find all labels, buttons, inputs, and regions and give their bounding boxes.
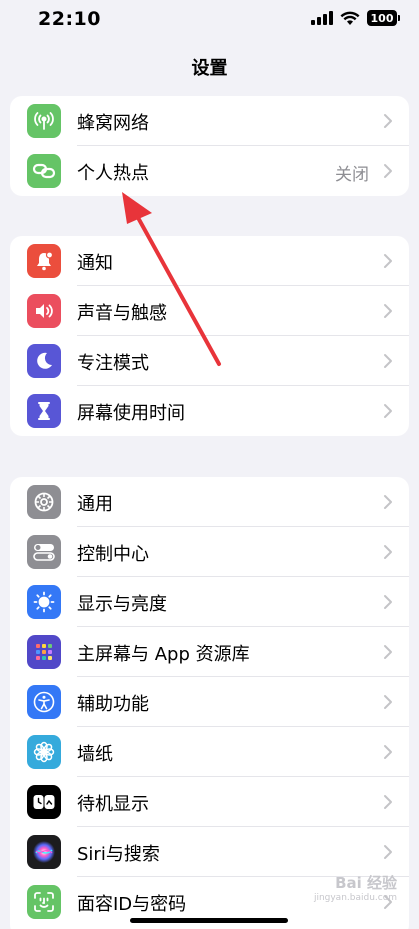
settings-row-control-center[interactable]: 控制中心	[10, 527, 409, 577]
settings-row-label: 显示与亮度	[77, 594, 167, 615]
speaker-icon	[27, 294, 61, 328]
chevron-right-icon	[384, 645, 392, 659]
flower-icon	[27, 735, 61, 769]
gear-icon	[27, 485, 61, 519]
cellular-antenna-icon	[27, 104, 61, 138]
settings-row-label: 通知	[77, 253, 113, 274]
settings-row-focus[interactable]: 专注模式	[10, 336, 409, 386]
watermark: Bai 经验 jingyan.baidu.com	[314, 876, 397, 903]
settings-row-screen-time[interactable]: 屏幕使用时间	[10, 386, 409, 436]
page-title: 设置	[191, 58, 228, 79]
status-bar: 22:10 100	[0, 0, 419, 40]
moon-icon	[27, 344, 61, 378]
standby-icon	[27, 785, 61, 819]
settings-row-label: 主屏幕与 App 资源库	[77, 644, 250, 665]
signal-icon	[311, 11, 333, 25]
watermark-url: jingyan.baidu.com	[313, 893, 397, 903]
settings-row-label: 专注模式	[77, 353, 149, 374]
chevron-right-icon	[384, 845, 392, 859]
settings-row-label: 屏幕使用时间	[77, 403, 185, 424]
settings-row-label: 墙纸	[77, 744, 113, 765]
chevron-right-icon	[384, 595, 392, 609]
settings-row-home-screen[interactable]: 主屏幕与 App 资源库	[10, 627, 409, 677]
watermark-brand: Bai 经验	[335, 874, 397, 892]
settings-row-label: Siri与搜索	[77, 844, 160, 865]
settings-row-label: 通用	[77, 494, 113, 515]
status-time: 22:10	[38, 8, 101, 30]
settings-row-standby[interactable]: 待机显示	[10, 777, 409, 827]
settings-row-label: 声音与触感	[77, 303, 167, 324]
chevron-right-icon	[384, 354, 392, 368]
chevron-right-icon	[384, 745, 392, 759]
notification-bell-icon	[27, 244, 61, 278]
chevron-right-icon	[384, 495, 392, 509]
chevron-right-icon	[384, 164, 392, 178]
chevron-right-icon	[384, 114, 392, 128]
settings-row-label: 控制中心	[77, 544, 149, 565]
battery-level: 100	[370, 11, 394, 25]
settings-row-display[interactable]: 显示与亮度	[10, 577, 409, 627]
settings-row-wallpaper[interactable]: 墙纸	[10, 727, 409, 777]
face-id-icon	[27, 885, 61, 919]
settings-group-network: 蜂窝网络 个人热点 关闭	[10, 96, 409, 196]
accessibility-person-icon	[27, 685, 61, 719]
settings-row-label: 蜂窝网络	[77, 113, 149, 134]
hotspot-link-icon	[27, 154, 61, 188]
settings-row-general[interactable]: 通用	[10, 477, 409, 527]
settings-row-accessibility[interactable]: 辅助功能	[10, 677, 409, 727]
settings-group-general: 通用 控制中心 显示与亮度 主屏幕与 App 资源库 辅助功能 墙纸 待机显示 …	[10, 477, 409, 929]
chevron-right-icon	[384, 254, 392, 268]
settings-row-cellular[interactable]: 蜂窝网络	[10, 96, 409, 146]
chevron-right-icon	[384, 695, 392, 709]
hourglass-icon	[27, 394, 61, 428]
chevron-right-icon	[384, 404, 392, 418]
chevron-right-icon	[384, 304, 392, 318]
app-grid-icon	[27, 635, 61, 669]
settings-row-sounds[interactable]: 声音与触感	[10, 286, 409, 336]
settings-row-label: 待机显示	[77, 794, 149, 815]
settings-row-label: 辅助功能	[77, 694, 149, 715]
home-indicator[interactable]	[130, 918, 288, 923]
settings-group-notifications: 通知 声音与触感 专注模式 屏幕使用时间	[10, 236, 409, 436]
battery-icon: 100	[367, 10, 400, 26]
settings-row-label: 个人热点	[77, 163, 149, 184]
wifi-icon	[340, 11, 360, 25]
hotspot-status-value: 关闭	[335, 165, 369, 185]
toggles-icon	[27, 535, 61, 569]
settings-row-notifications[interactable]: 通知	[10, 236, 409, 286]
settings-row-hotspot[interactable]: 个人热点 关闭	[10, 146, 409, 196]
chevron-right-icon	[384, 545, 392, 559]
status-icons: 100	[311, 10, 400, 26]
chevron-right-icon	[384, 795, 392, 809]
settings-row-siri[interactable]: Siri与搜索	[10, 827, 409, 877]
settings-row-label: 面容ID与密码	[77, 894, 187, 915]
sun-icon	[27, 585, 61, 619]
siri-orb-icon	[27, 835, 61, 869]
